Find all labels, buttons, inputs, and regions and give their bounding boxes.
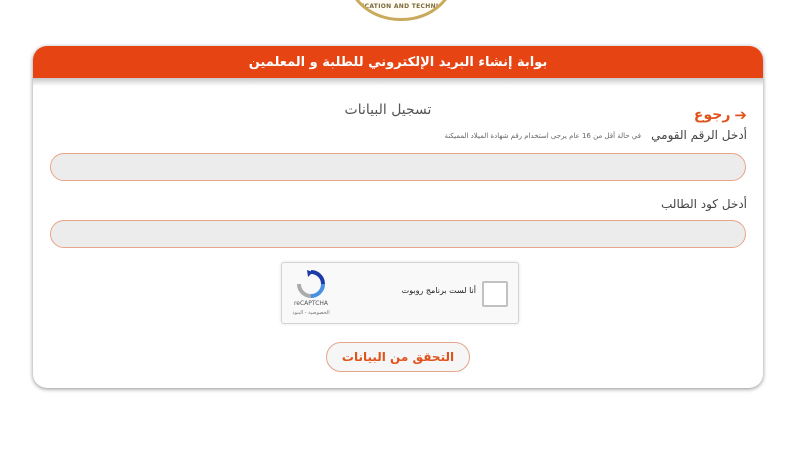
portal-banner: بوابة إنشاء البريد الإلكتروني للطلبة و ا… (33, 46, 763, 78)
recaptcha-label: أنا لست برنامج روبوت (401, 286, 476, 295)
registration-card: بوابة إنشاء البريد الإلكتروني للطلبة و ا… (33, 46, 763, 388)
student-code-input[interactable] (50, 220, 746, 248)
arrow-right-icon: ➔ (734, 106, 747, 124)
recaptcha-widget: أنا لست برنامج روبوت reCAPTCHA الخصوصية … (281, 262, 519, 324)
national-id-hint: في حالة أقل من 16 عام يرجى استخدام رقم ش… (444, 132, 641, 140)
back-label: رجوع (693, 107, 731, 123)
verify-data-button[interactable]: التحقق من البيانات (326, 342, 470, 372)
back-link[interactable]: ➔ رجوع (694, 106, 747, 124)
ministry-logo: ❁ ❁ ❁ EDUCATION AND TECHNICAL (345, 0, 457, 21)
logo-text: EDUCATION AND TECHNICAL (349, 3, 453, 10)
recaptcha-brand: reCAPTCHA (293, 300, 329, 307)
recaptcha-checkbox[interactable] (482, 281, 508, 307)
recaptcha-logo-icon (297, 270, 325, 298)
national-id-input[interactable] (50, 153, 746, 181)
form-title: تسجيل البيانات (344, 102, 432, 118)
national-id-label: أدخل الرقم القومي (651, 128, 747, 142)
recaptcha-links[interactable]: الخصوصية - البنود (288, 310, 334, 316)
banner-divider (33, 78, 763, 86)
banner-title: بوابة إنشاء البريد الإلكتروني للطلبة و ا… (248, 54, 548, 70)
student-code-label: أدخل كود الطالب (661, 197, 747, 211)
